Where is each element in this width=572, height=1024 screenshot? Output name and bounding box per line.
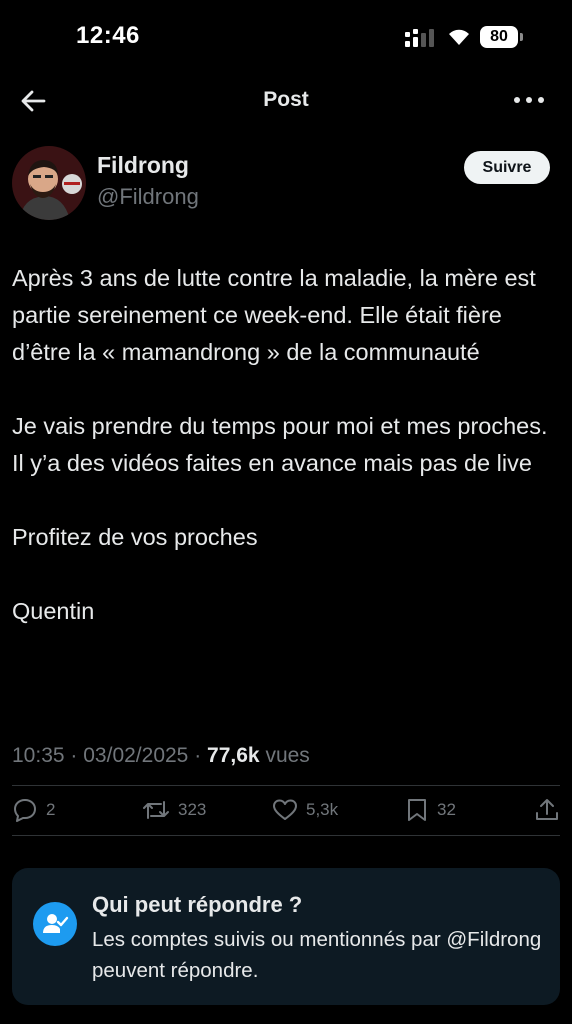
post-time[interactable]: 10:35: [12, 744, 65, 767]
action-bar: 2 323 5,3k 32: [0, 790, 572, 832]
repost-icon: [143, 801, 169, 819]
author-name[interactable]: Fildrong: [97, 152, 189, 179]
post-date[interactable]: 03/02/2025: [83, 744, 188, 767]
post-paragraph: Après 3 ans de lutte contre la maladie, …: [12, 265, 536, 365]
bookmark-icon: [408, 799, 426, 821]
reply-icon: [14, 799, 36, 822]
post-text: Après 3 ans de lutte contre la maladie, …: [12, 260, 560, 630]
user-check-icon: [33, 902, 77, 946]
reply-count: 2: [46, 800, 56, 819]
more-options-icon[interactable]: [513, 94, 545, 106]
bookmark-count: 32: [437, 800, 456, 819]
reply-restriction-title: Qui peut répondre ?: [92, 892, 303, 917]
status-bar: 12:46 80: [0, 0, 572, 70]
author-handle[interactable]: @Fildrong: [97, 184, 199, 210]
like-count: 5,3k: [306, 800, 339, 819]
post-paragraph: Je vais prendre du temps pour moi et mes…: [12, 413, 548, 476]
views-label: vues: [265, 744, 310, 767]
post-paragraph: Profitez de vos proches: [12, 524, 258, 550]
battery-tip: [520, 33, 523, 41]
battery-indicator: 80: [480, 26, 518, 48]
reply-restriction-card: Qui peut répondre ? Les comptes suivis o…: [12, 868, 560, 1005]
reply-button[interactable]: 2: [12, 790, 55, 830]
like-button[interactable]: 5,3k: [272, 790, 338, 830]
meta-separator: ·: [70, 744, 78, 767]
reply-restriction-description: Les comptes suivis ou mentionnés par @Fi…: [92, 928, 542, 982]
follow-button[interactable]: Suivre: [464, 151, 550, 184]
divider: [12, 835, 560, 836]
wifi-icon: [449, 29, 469, 45]
heart-icon: [273, 799, 297, 820]
nav-bar: Post: [0, 70, 572, 130]
views-count: 77,6k: [207, 744, 260, 767]
status-time: 12:46: [76, 22, 140, 49]
bookmark-button[interactable]: 32: [405, 790, 456, 830]
page-title: Post: [263, 88, 309, 111]
avatar[interactable]: [12, 146, 86, 220]
repost-button[interactable]: 323: [142, 790, 206, 830]
post-meta: 10:35 · 03/02/2025 · 77,6k vues: [12, 744, 310, 768]
share-button[interactable]: [534, 790, 560, 830]
divider: [12, 785, 560, 786]
repost-count: 323: [178, 800, 207, 819]
signal-icon: [405, 29, 434, 47]
share-icon: [536, 799, 558, 820]
meta-separator: ·: [194, 744, 202, 767]
post-paragraph: Quentin: [12, 598, 95, 624]
